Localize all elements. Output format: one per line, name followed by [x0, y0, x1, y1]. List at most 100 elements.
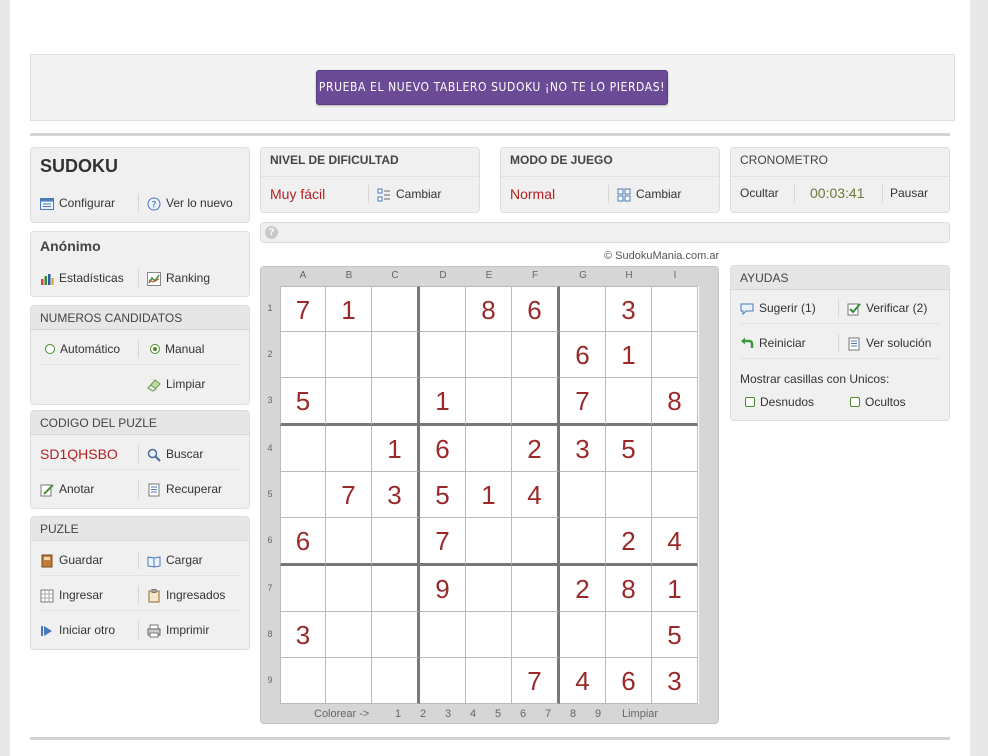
sudoku-cell[interactable] [326, 612, 372, 658]
ranking-button[interactable]: Ranking [147, 267, 210, 289]
sudoku-cell[interactable]: 7 [326, 472, 372, 518]
sudoku-cell[interactable] [652, 332, 698, 378]
sudoku-cell[interactable]: 6 [606, 658, 652, 704]
sudoku-cell[interactable]: 2 [512, 426, 560, 472]
automatic-radio[interactable]: Automático [45, 338, 120, 360]
sudoku-cell[interactable]: 1 [652, 566, 698, 612]
sudoku-cell[interactable]: 2 [606, 518, 652, 566]
new-board-banner-button[interactable]: PRUEBA EL NUEVO TABLERO SUDOKU ¡NO TE LO… [316, 70, 668, 105]
sudoku-cell[interactable] [512, 518, 560, 566]
sudoku-cell[interactable]: 7 [420, 518, 466, 566]
statistics-button[interactable]: Estadísticas [40, 267, 124, 289]
sudoku-cell[interactable]: 7 [512, 658, 560, 704]
sudoku-cell[interactable] [466, 566, 512, 612]
sudoku-cell[interactable] [326, 518, 372, 566]
sudoku-cell[interactable] [280, 658, 326, 704]
sudoku-cell[interactable] [420, 286, 466, 332]
reset-button[interactable]: Reiniciar [740, 332, 806, 354]
sudoku-cell[interactable] [372, 658, 420, 704]
hidden-singles-checkbox[interactable]: Ocultos [850, 391, 906, 413]
sudoku-cell[interactable]: 3 [560, 426, 606, 472]
color-number-button[interactable]: 2 [420, 708, 426, 720]
change-difficulty-button[interactable]: Cambiar [377, 183, 441, 205]
sudoku-cell[interactable]: 1 [606, 332, 652, 378]
sudoku-cell[interactable]: 1 [372, 426, 420, 472]
color-number-button[interactable]: 4 [470, 708, 476, 720]
enter-button[interactable]: Ingresar [40, 584, 103, 606]
sudoku-cell[interactable] [466, 426, 512, 472]
sudoku-cell[interactable] [326, 658, 372, 704]
sudoku-cell[interactable]: 5 [606, 426, 652, 472]
search-button[interactable]: Buscar [147, 443, 203, 465]
sudoku-cell[interactable] [372, 378, 420, 426]
color-number-button[interactable]: 7 [545, 708, 551, 720]
sudoku-cell[interactable]: 8 [606, 566, 652, 612]
sudoku-cell[interactable]: 2 [560, 566, 606, 612]
sudoku-cell[interactable] [652, 472, 698, 518]
sudoku-cell[interactable]: 4 [560, 658, 606, 704]
color-number-button[interactable]: 6 [520, 708, 526, 720]
sudoku-cell[interactable] [606, 472, 652, 518]
sudoku-cell[interactable]: 1 [420, 378, 466, 426]
sudoku-cell[interactable] [466, 378, 512, 426]
sudoku-cell[interactable] [372, 518, 420, 566]
note-button[interactable]: Anotar [40, 478, 94, 500]
recover-button[interactable]: Recuperar [147, 478, 222, 500]
sudoku-cell[interactable]: 7 [280, 286, 326, 332]
whats-new-button[interactable]: ? Ver lo nuevo [147, 192, 233, 214]
sudoku-cell[interactable] [326, 566, 372, 612]
sudoku-cell[interactable] [512, 566, 560, 612]
sudoku-cell[interactable] [280, 426, 326, 472]
sudoku-cell[interactable] [512, 378, 560, 426]
sudoku-cell[interactable]: 1 [466, 472, 512, 518]
sudoku-cell[interactable] [606, 378, 652, 426]
color-number-button[interactable]: 3 [445, 708, 451, 720]
sudoku-cell[interactable]: 8 [652, 378, 698, 426]
sudoku-cell[interactable] [372, 332, 420, 378]
change-mode-button[interactable]: Cambiar [617, 183, 681, 205]
save-button[interactable]: Guardar [40, 549, 103, 571]
sudoku-cell[interactable] [606, 612, 652, 658]
sudoku-cell[interactable]: 5 [652, 612, 698, 658]
manual-radio[interactable]: Manual [150, 338, 204, 360]
sudoku-cell[interactable]: 3 [606, 286, 652, 332]
sudoku-cell[interactable]: 6 [512, 286, 560, 332]
sudoku-cell[interactable] [560, 286, 606, 332]
entered-button[interactable]: Ingresados [147, 584, 225, 606]
sudoku-cell[interactable]: 5 [280, 378, 326, 426]
configure-button[interactable]: Configurar [40, 192, 115, 214]
sudoku-cell[interactable] [652, 286, 698, 332]
sudoku-cell[interactable] [420, 612, 466, 658]
sudoku-cell[interactable] [420, 332, 466, 378]
color-number-button[interactable]: 8 [570, 708, 576, 720]
sudoku-cell[interactable] [280, 332, 326, 378]
sudoku-cell[interactable] [560, 518, 606, 566]
hide-timer-button[interactable]: Ocultar [740, 182, 779, 204]
sudoku-cell[interactable] [372, 286, 420, 332]
sudoku-cell[interactable]: 8 [466, 286, 512, 332]
sudoku-cell[interactable] [560, 472, 606, 518]
sudoku-cell[interactable] [512, 332, 560, 378]
color-clear-button[interactable]: Limpiar [622, 708, 658, 720]
start-another-button[interactable]: Iniciar otro [40, 619, 115, 641]
suggest-button[interactable]: Sugerir (1) [740, 297, 816, 319]
verify-button[interactable]: Verificar (2) [847, 297, 927, 319]
show-solution-button[interactable]: Ver solución [847, 332, 931, 354]
sudoku-cell[interactable]: 6 [280, 518, 326, 566]
sudoku-cell[interactable] [512, 612, 560, 658]
sudoku-cell[interactable]: 3 [280, 612, 326, 658]
sudoku-cell[interactable] [466, 612, 512, 658]
sudoku-cell[interactable] [280, 566, 326, 612]
pause-timer-button[interactable]: Pausar [890, 182, 928, 204]
color-number-button[interactable]: 1 [395, 708, 401, 720]
load-button[interactable]: Cargar [147, 549, 203, 571]
sudoku-cell[interactable] [466, 332, 512, 378]
sudoku-cell[interactable] [326, 378, 372, 426]
color-number-button[interactable]: 5 [495, 708, 501, 720]
color-number-button[interactable]: 9 [595, 708, 601, 720]
sudoku-cell[interactable]: 3 [652, 658, 698, 704]
sudoku-cell[interactable] [466, 658, 512, 704]
sudoku-cell[interactable]: 4 [652, 518, 698, 566]
sudoku-cell[interactable] [420, 658, 466, 704]
sudoku-cell[interactable]: 6 [420, 426, 466, 472]
